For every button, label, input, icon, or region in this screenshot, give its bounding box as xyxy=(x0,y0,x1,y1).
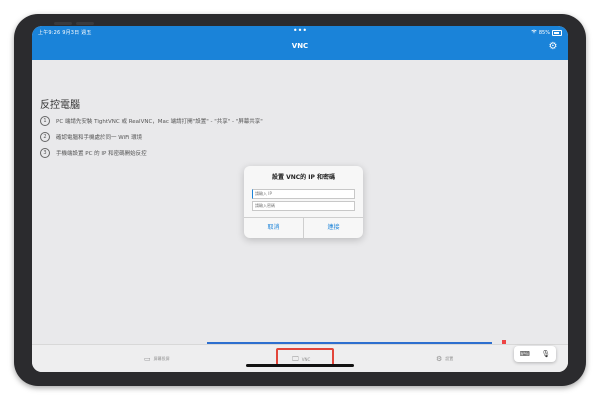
step-text: PC 端請先安裝 TightVNC 或 RealVNC，Mac 端請打開"設置"… xyxy=(56,119,263,125)
ip-input[interactable] xyxy=(252,189,355,199)
tab-settings[interactable]: ⚙ 設置 xyxy=(436,352,453,366)
gear-icon[interactable]: ⚙ xyxy=(548,42,558,52)
step-text: 確認電腦和手機處於同一 WiFi 環境 xyxy=(56,135,143,141)
tab-label: 設置 xyxy=(445,356,454,361)
volume-button xyxy=(76,22,94,25)
wifi-icon xyxy=(531,29,537,36)
battery-percent: 85% xyxy=(538,29,550,36)
step-number-badge: 3 xyxy=(40,148,50,158)
tab-screen-mirroring[interactable]: ▭ 屏幕投屏 xyxy=(144,352,170,366)
instruction-list: 1 PC 端請先安裝 TightVNC 或 RealVNC，Mac 端請打開"設… xyxy=(40,114,263,162)
section-heading: 反控電腦 xyxy=(40,100,80,111)
gear-icon: ⚙ xyxy=(436,355,443,363)
microphone-icon[interactable]: 🎙 xyxy=(541,350,550,358)
status-right: 85% xyxy=(531,29,562,36)
battery-icon xyxy=(552,29,562,36)
instruction-item: 1 PC 端請先安裝 TightVNC 或 RealVNC，Mac 端請打開"設… xyxy=(40,114,263,128)
step-number-badge: 1 xyxy=(40,116,50,126)
screen-icon: ▭ xyxy=(144,355,151,363)
keyboard-icon[interactable]: ⌨ xyxy=(520,350,530,358)
instruction-item: 2 確認電腦和手機處於同一 WiFi 環境 xyxy=(40,130,263,144)
connect-button[interactable]: 連接 xyxy=(304,218,363,238)
home-indicator[interactable] xyxy=(246,364,354,367)
step-text: 手機端設置 PC 的 IP 和密碼開始反控 xyxy=(56,151,147,157)
page-title: VNC xyxy=(291,42,309,50)
input-accessory-pill: ⌨ 🎙 xyxy=(514,346,556,362)
step-number-badge: 2 xyxy=(40,132,50,142)
tab-label: 屏幕投屏 xyxy=(153,356,170,361)
status-time-date: 上午9:26 9月3日 週五 xyxy=(38,30,92,36)
multitasking-dots[interactable]: ••• xyxy=(292,26,308,35)
password-input[interactable] xyxy=(252,201,355,211)
volume-button xyxy=(54,22,72,25)
navigation-bar: 上午9:26 9月3日 週五 ••• 85% VNC ⚙ xyxy=(32,26,568,60)
cancel-button[interactable]: 取消 xyxy=(244,218,303,238)
instruction-item: 3 手機端設置 PC 的 IP 和密碼開始反控 xyxy=(40,146,263,160)
app-screen: 上午9:26 9月3日 週五 ••• 85% VNC ⚙ 反控電腦 1 PC 端… xyxy=(32,26,568,372)
vnc-connection-dialog: 設置 VNC的 IP 和密碼 取消 連接 xyxy=(244,166,363,238)
dialog-title: 設置 VNC的 IP 和密碼 xyxy=(272,174,335,181)
